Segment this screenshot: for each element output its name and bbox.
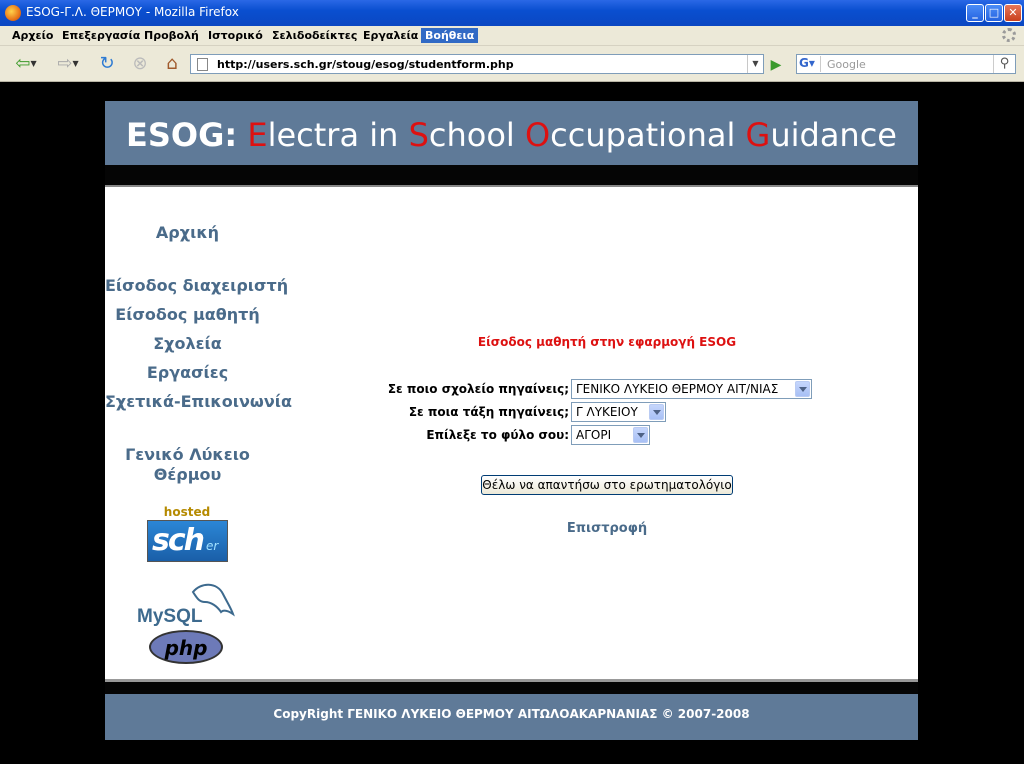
php-logo: php [149,630,223,664]
gender-select-value[interactable]: ΑΓΟΡΙ [576,428,611,442]
menu-bar: Αρχείο Επεξεργασία Προβολή Ιστορικό Σελι… [0,26,1024,46]
search-placeholder[interactable]: Google [827,58,866,71]
home-icon[interactable]: ⌂ [160,52,184,76]
address-url[interactable]: http://users.sch.gr/stoug/esog/studentfo… [217,58,514,71]
chevron-down-icon[interactable] [633,427,648,443]
form-title: Είσοδος μαθητή στην εφαρμογή ESOG [477,335,737,349]
menu-bookmarks[interactable]: Σελιδοδείκτες [268,28,361,43]
back-link[interactable]: Επιστροφή [507,521,707,536]
menu-view[interactable]: Προβολή [140,28,203,43]
banner-initial-s: S [408,116,429,154]
page-icon [197,58,208,71]
banner-initial-e: E [247,116,268,154]
mysql-logo: MySQL [137,583,235,626]
stop-icon[interactable]: ⊗ [128,52,152,76]
firefox-icon [5,5,21,21]
mysql-logo-text: MySQL [137,606,203,626]
site-banner: ESOG: Electra in School Occupational Gui… [105,101,918,165]
banner-title: ESOG: Electra in School Occupational Gui… [105,116,918,154]
maximize-button[interactable]: □ [985,4,1003,22]
address-bar[interactable]: http://users.sch.gr/stoug/esog/studentfo… [190,54,764,74]
sidebar-item-student-login[interactable]: Είσοδος μαθητή [105,305,270,324]
minimize-button[interactable]: _ [966,4,984,22]
go-arrow-icon[interactable]: ▶ [767,56,785,74]
window-titlebar[interactable]: ESOG-Γ.Λ. ΘΕΡΜΟΥ - Mozilla Firefox _ □ ✕ [0,0,1024,26]
banner-word-occupational: ccupational [550,116,736,154]
sidebar-item-schools[interactable]: Σχολεία [105,334,270,353]
class-label: Σε ποια τάξη πηγαίνεις; [408,405,569,419]
school-name-line1: Γενικό Λύκειο [125,445,250,464]
sidebar-item-about-contact[interactable]: Σχετικά-Επικοινωνία [105,392,292,411]
school-select[interactable]: ΓΕΝΙΚΟ ΛΥΚΕΙΟ ΘΕΡΜΟΥ ΑΙΤ/ΝΙΑΣ [571,379,812,399]
sidebar-item-admin-login[interactable]: Είσοδος διαχειριστή [105,276,288,295]
banner-prefix: ESOG: [126,116,238,154]
banner-initial-o: O [524,116,551,154]
site-footer: CopyRight ΓΕΝΙΚΟ ΛΥΚΕΙΟ ΘΕΡΜΟΥ ΑΙΤΩΛΟΑΚΑ… [105,694,918,740]
gender-label: Επίλεξε το φύλο σου: [426,428,569,442]
menu-file[interactable]: Αρχείο [8,28,57,43]
school-label: Σε ποιο σχολείο πηγαίνεις; [387,382,569,396]
php-logo-text: php [164,636,208,660]
forward-arrow-icon[interactable]: ⇨▼ [50,52,86,76]
sidebar-item-works[interactable]: Εργασίες [105,363,270,382]
banner-word-school: chool [428,116,515,154]
submit-questionnaire-button[interactable]: Θέλω να απαντήσω στο ερωτηματολόγιο [481,475,733,495]
magnifier-icon[interactable]: ⚲ [993,55,1015,73]
back-arrow-icon[interactable]: ⇦▼ [8,52,44,76]
throbber-icon [1002,28,1016,42]
window-title: ESOG-Γ.Λ. ΘΕΡΜΟΥ - Mozilla Firefox [26,5,239,19]
sch-logo-suffix: er [206,539,219,553]
menu-help[interactable]: Βοήθεια [421,28,479,43]
sch-logo[interactable]: sch er [147,520,228,562]
address-dropdown-icon[interactable]: ▼ [747,55,763,73]
gender-select[interactable]: ΑΓΟΡΙ [571,425,650,445]
class-select-value[interactable]: Γ ΛΥΚΕΙΟΥ [576,405,638,419]
banner-word-guidance: uidance [770,116,897,154]
class-select[interactable]: Γ ΛΥΚΕΙΟΥ [571,402,666,422]
banner-word-electra: lectra [267,116,360,154]
copyright-text: CopyRight ΓΕΝΙΚΟ ΛΥΚΕΙΟ ΘΕΡΜΟΥ ΑΙΤΩΛΟΑΚΑ… [273,707,750,721]
content-area: Αρχική Είσοδος διαχειριστή Είσοδος μαθητ… [105,187,918,679]
menu-tools[interactable]: Εργαλεία [359,28,422,43]
banner-initial-g: G [745,116,771,154]
school-name-line2: Θέρμου [153,465,222,484]
close-button[interactable]: ✕ [1004,4,1022,22]
sidebar-item-home[interactable]: Αρχική [105,223,270,242]
menu-edit[interactable]: Επεξεργασία [58,28,144,43]
reload-icon[interactable]: ↻ [95,52,119,76]
school-name: Γενικό Λύκειο Θέρμου [105,445,270,485]
chevron-down-icon[interactable] [795,381,810,397]
google-icon[interactable]: G▾ [799,56,821,72]
sch-logo-text: sch [152,523,205,558]
footer-gap [105,682,918,694]
school-select-value[interactable]: ΓΕΝΙΚΟ ΛΥΚΕΙΟ ΘΕΡΜΟΥ ΑΙΤ/ΝΙΑΣ [576,382,778,396]
menu-history[interactable]: Ιστορικό [204,28,267,43]
banner-word-in: in [369,116,399,154]
navigation-toolbar: ⇦▼ ⇨▼ ↻ ⊗ ⌂ http://users.sch.gr/stoug/es… [0,46,1024,82]
banner-shadow [105,165,918,185]
chevron-down-icon[interactable] [649,404,664,420]
search-box[interactable]: G▾ Google ⚲ [796,54,1016,74]
